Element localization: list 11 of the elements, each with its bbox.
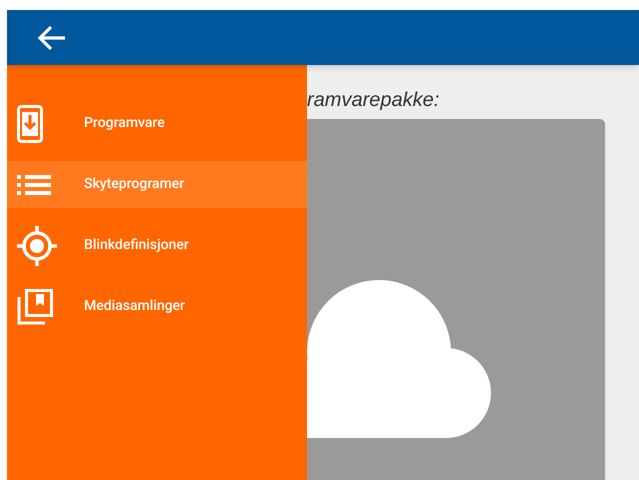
drawer-item[interactable]: Skyteprogramer: [7, 161, 307, 208]
cloud-icon: [307, 280, 491, 438]
section-heading: ramvarepakke:: [307, 88, 440, 113]
crosshair-icon: [17, 226, 57, 266]
media-library-icon: [17, 288, 53, 324]
drawer-item[interactable]: Mediasamlinger: [7, 283, 307, 330]
back-arrow-icon[interactable]: [37, 24, 67, 50]
drawer-item[interactable]: Programvare: [7, 100, 307, 147]
phone-download-icon: [17, 104, 43, 142]
drawer-item[interactable]: Blinkdefinisjoner: [7, 222, 307, 269]
list-icon: [17, 174, 51, 194]
